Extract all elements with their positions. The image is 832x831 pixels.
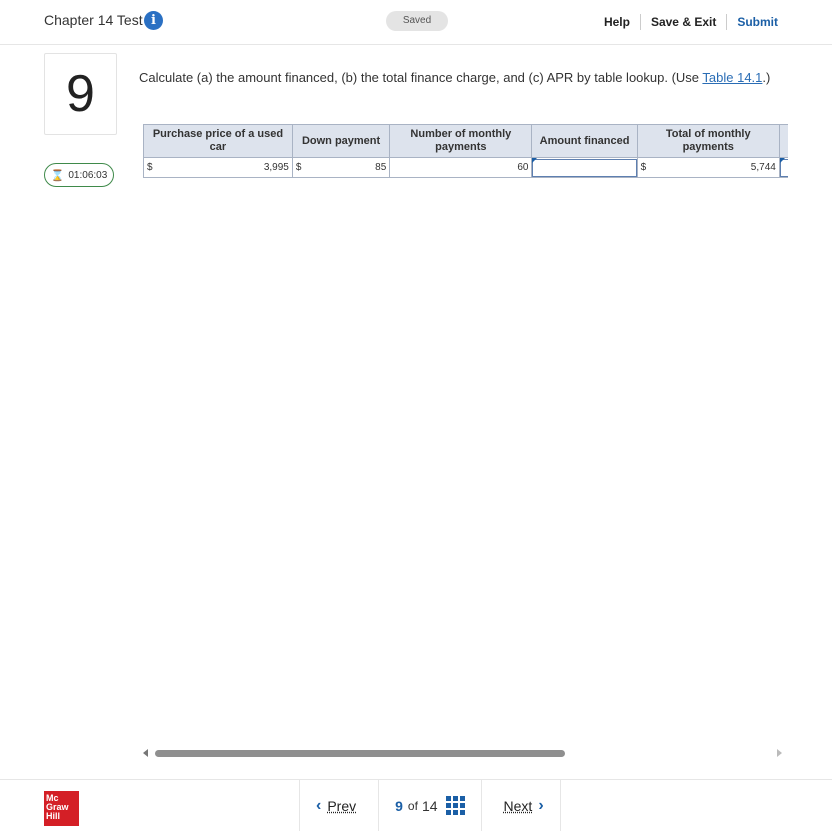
question-text-before: Calculate (a) the amount financed, (b) t… — [139, 70, 703, 85]
amount-financed-cell — [531, 157, 638, 178]
question-text-after: .) — [762, 70, 771, 85]
header-nav: Help Save & Exit Submit — [604, 14, 778, 30]
purchase-price-cell: $ 3,995 — [143, 157, 293, 178]
total-monthly-cell: $ 5,744 — [636, 157, 780, 178]
page-of-label: of — [407, 798, 418, 813]
logo-line: Hill — [46, 811, 61, 821]
timer-value: 01:06:03 — [68, 169, 108, 181]
question-text: Calculate (a) the amount financed, (b) t… — [139, 70, 779, 86]
mcgraw-hill-logo: Mc Graw Hill — [44, 791, 79, 826]
header-num-payments: Number of monthly payments — [389, 124, 533, 158]
data-table-container: Purchase price of a used car Down paymen… — [143, 124, 788, 180]
current-page: 9 — [395, 797, 403, 814]
header-down-payment: Down payment — [291, 124, 391, 158]
down-payment-cell: $ 85 — [291, 157, 391, 178]
purchase-price-value: 3,995 — [263, 162, 289, 173]
next-button[interactable]: Next › — [480, 780, 561, 831]
num-payments-cell: 60 — [389, 157, 533, 178]
scroll-left-icon[interactable] — [143, 749, 148, 757]
horizontal-scrollbar[interactable] — [143, 745, 788, 761]
data-table: Purchase price of a used car Down paymen… — [143, 124, 788, 178]
timer-badge[interactable]: ⌛ 01:06:03 — [44, 163, 114, 187]
question-number: 9 — [44, 53, 117, 135]
table-14-1-link[interactable]: Table 14.1 — [702, 70, 762, 85]
chevron-right-icon: › — [538, 796, 544, 814]
hourglass-icon: ⌛ — [50, 169, 65, 182]
prev-label: Prev — [327, 797, 357, 814]
total-monthly-value: 5,744 — [750, 162, 776, 173]
next-label: Next — [503, 797, 533, 814]
divider — [639, 14, 641, 30]
scrollbar-thumb[interactable] — [155, 750, 565, 757]
submit-link[interactable]: Submit — [737, 15, 778, 29]
currency-symbol: $ — [147, 162, 153, 173]
page-indicator[interactable]: 9 of 14 — [378, 780, 480, 831]
scroll-right-icon[interactable] — [777, 749, 782, 757]
flag-marker-icon — [779, 158, 785, 163]
header-purchase-price: Purchase price of a used car — [143, 124, 293, 158]
finance-charge-cell — [778, 157, 788, 178]
help-link[interactable]: Help — [604, 15, 630, 29]
num-payments-value: 60 — [517, 162, 529, 173]
prev-button[interactable]: ‹ Prev — [299, 780, 378, 831]
pagination: ‹ Prev 9 of 14 Next › — [299, 780, 561, 831]
footer-bar: Mc Graw Hill ‹ Prev 9 of 14 Next › — [0, 779, 832, 831]
total-pages: 14 — [421, 797, 438, 814]
save-exit-link[interactable]: Save & Exit — [651, 15, 716, 29]
saved-status-badge: Saved — [386, 11, 448, 31]
header-finance-charge: Total finance charge — [778, 124, 788, 158]
amount-financed-input[interactable] — [532, 158, 637, 177]
table-header-row: Purchase price of a used car Down paymen… — [143, 124, 788, 158]
grid-icon[interactable] — [445, 796, 465, 815]
currency-symbol: $ — [295, 162, 302, 173]
table-row: $ 3,995 $ 85 60 $ 5,744 — [143, 157, 788, 178]
divider — [726, 14, 728, 30]
test-title: Chapter 14 Test — [44, 12, 143, 28]
currency-symbol: $ — [640, 162, 647, 173]
flag-marker-icon — [532, 158, 538, 163]
top-header: Chapter 14 Test i Saved Help Save & Exit… — [0, 0, 832, 45]
down-payment-value: 85 — [375, 162, 387, 173]
header-amount-financed: Amount financed — [531, 124, 638, 158]
info-icon[interactable]: i — [144, 11, 163, 30]
chevron-left-icon: ‹ — [316, 796, 322, 814]
header-total-monthly: Total of monthly payments — [636, 124, 780, 158]
